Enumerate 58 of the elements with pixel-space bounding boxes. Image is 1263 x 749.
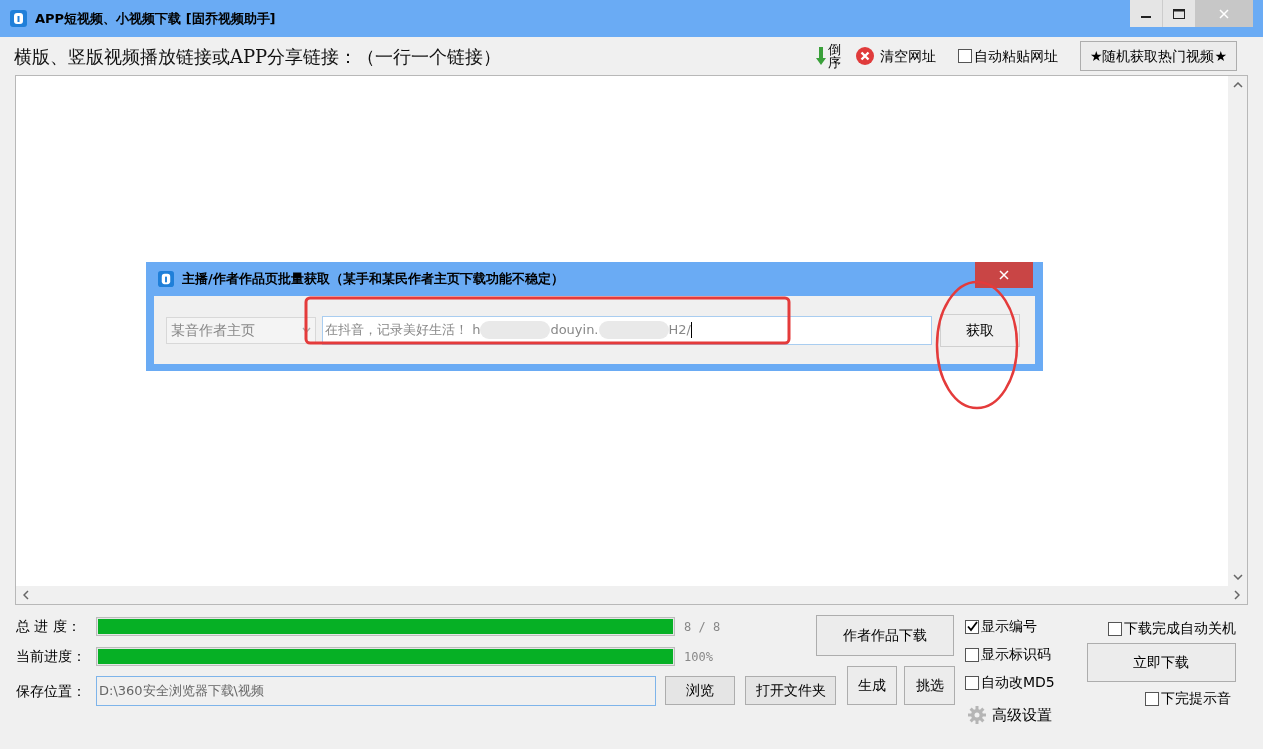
minimize-button[interactable] <box>1130 0 1162 27</box>
auto-shutdown-checkbox[interactable]: 下载完成自动关机 <box>1107 618 1236 639</box>
vertical-scrollbar[interactable] <box>1228 76 1247 586</box>
minimize-icon <box>1141 16 1151 18</box>
progress-label: 当前进度： <box>16 647 87 666</box>
checkbox-label: 自动粘贴网址 <box>973 46 1058 66</box>
check-icon <box>966 621 978 632</box>
fetch-button[interactable]: 获取 <box>940 313 1020 347</box>
progress-reading: 100% <box>684 648 713 666</box>
settings-icon <box>968 706 986 725</box>
checkbox[interactable] <box>1107 621 1122 636</box>
down-arrow-icon <box>815 47 826 65</box>
horizontal-scrollbar[interactable] <box>16 586 1247 604</box>
checkbox[interactable] <box>965 619 979 634</box>
error-icon <box>855 47 874 65</box>
checkbox-label: 显示编号 <box>981 617 1037 636</box>
close-icon <box>999 270 1009 280</box>
scroll-up-icon[interactable] <box>1232 82 1243 88</box>
link-prompt: 横版、竖版视频播放链接或APP分享链接：（一行一个链接） <box>14 44 502 69</box>
checkbox-label: 自动改MD5 <box>981 673 1055 692</box>
dialog-title: 主播/作者作品页批量获取（某手和某民作者主页下载功能不稳定） <box>182 270 564 289</box>
dropdown-caret-icon <box>302 327 311 333</box>
save-location-label: 保存位置： <box>16 682 87 701</box>
checkbox[interactable] <box>1144 691 1159 706</box>
open-folder-button[interactable]: 打开文件夹 <box>745 676 836 705</box>
auto-paste-checkbox[interactable]: 自动粘贴网址 <box>957 45 1058 67</box>
window-title: APP短视频、小视频下载 [固乔视频助手] <box>35 9 276 28</box>
pick-button[interactable]: 挑选 <box>904 666 955 705</box>
option-checkbox[interactable]: 显示标识码 <box>965 644 1055 665</box>
advanced-settings-button[interactable]: 高级设置 <box>968 704 1055 727</box>
progress-reading: 8 / 8 <box>684 618 721 636</box>
browse-button[interactable]: 浏览 <box>665 676 735 705</box>
scroll-right-icon[interactable] <box>1234 590 1240 600</box>
save-path-field[interactable]: D:\360安全浏览器下载\视频 <box>96 676 656 706</box>
sound-checkbox[interactable]: 下完提示音 <box>1144 688 1231 709</box>
clear-urls-button[interactable]: 清空网址 <box>855 45 936 67</box>
checkbox-label: 下载完成自动关机 <box>1123 619 1236 638</box>
checkbox[interactable] <box>965 647 979 662</box>
checkbox-label: 下完提示音 <box>1160 689 1231 708</box>
progress-label: 总 进 度： <box>16 617 82 636</box>
scroll-down-icon[interactable] <box>1232 574 1243 580</box>
generate-button[interactable]: 生成 <box>847 666 897 705</box>
app-icon <box>158 271 174 287</box>
scroll-left-icon[interactable] <box>23 590 29 600</box>
random-hot-video-button[interactable]: ★随机获取热门视频★ <box>1079 41 1237 71</box>
close-icon <box>1219 8 1229 19</box>
reverse-order-button[interactable]: 倒序 <box>815 43 842 69</box>
option-checkbox[interactable]: 显示编号 <box>965 616 1055 637</box>
checkbox[interactable] <box>957 49 972 63</box>
maximize-button[interactable] <box>1162 0 1195 27</box>
author-works-download-button[interactable]: 作者作品下载 <box>816 615 954 656</box>
url-field[interactable]: 在抖音，记录美好生活！ h douyin. H2/ <box>322 315 932 345</box>
download-now-button[interactable]: 立即下载 <box>1086 643 1236 682</box>
checkbox[interactable] <box>965 675 979 690</box>
option-checkbox[interactable]: 自动改MD5 <box>965 672 1055 693</box>
maximize-icon <box>1173 8 1185 19</box>
checkbox-label: 显示标识码 <box>981 645 1051 664</box>
app-icon <box>10 10 27 27</box>
